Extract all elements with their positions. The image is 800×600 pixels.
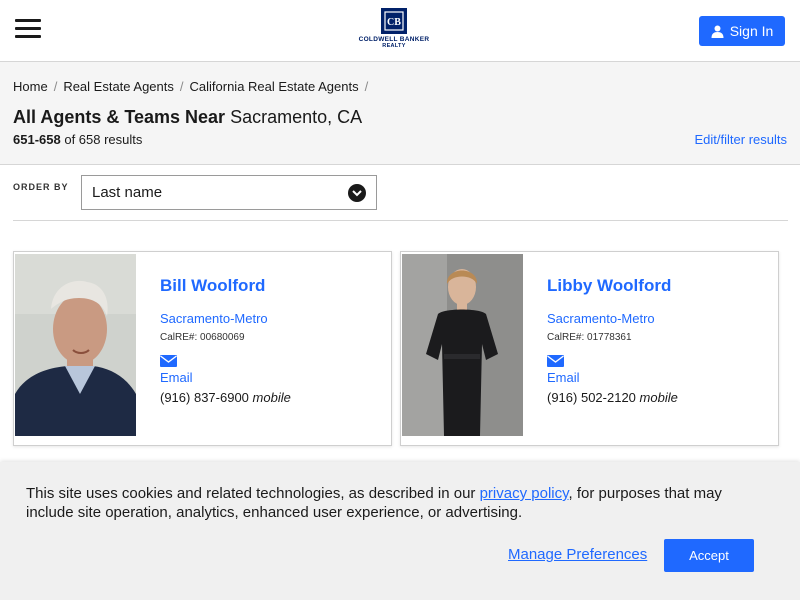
envelope-icon[interactable] xyxy=(547,355,564,367)
site-header: CB COLDWELL BANKER REALTY Sign In xyxy=(0,0,800,62)
agent-license: CalRE#: 00680069 xyxy=(160,332,245,343)
agent-email-link[interactable]: Email xyxy=(160,370,291,385)
page-title-main: All Agents & Teams Near xyxy=(13,107,226,127)
logo-subtext: REALTY xyxy=(382,43,406,49)
cookie-banner: This site uses cookies and related techn… xyxy=(0,462,800,600)
breadcrumb-real-estate-agents[interactable]: Real Estate Agents xyxy=(63,79,174,94)
breadcrumb-california-agents[interactable]: California Real Estate Agents xyxy=(190,79,359,94)
edit-filter-link[interactable]: Edit/filter results xyxy=(695,132,787,147)
agent-info: Bill Woolford Sacramento-Metro CalRE#: 0… xyxy=(160,276,291,405)
accept-cookies-button[interactable]: Accept xyxy=(664,539,754,572)
envelope-icon[interactable] xyxy=(160,355,177,367)
breadcrumb-home[interactable]: Home xyxy=(13,79,48,94)
breadcrumb: Home / Real Estate Agents / California Real … xyxy=(13,79,369,94)
agent-phone[interactable]: (916) 837-6900 mobile xyxy=(160,390,291,405)
user-icon xyxy=(711,25,724,38)
agent-phone-number: (916) 837-6900 xyxy=(160,390,249,405)
agent-name-link[interactable]: Libby Woolford xyxy=(547,276,678,296)
agent-phone-type: mobile xyxy=(639,390,678,405)
sign-in-label: Sign In xyxy=(729,23,774,39)
agent-card[interactable]: Bill Woolford Sacramento-Metro CalRE#: 0… xyxy=(13,251,392,446)
agent-phone-number: (916) 502-2120 xyxy=(547,390,636,405)
svg-text:CB: CB xyxy=(387,17,401,28)
menu-icon[interactable] xyxy=(15,19,41,39)
cookie-text-before: This site uses cookies and related techn… xyxy=(26,485,480,502)
results-header: Home / Real Estate Agents / California Real … xyxy=(0,62,800,165)
sign-in-button[interactable]: Sign In xyxy=(699,16,785,46)
order-by-select[interactable]: Last name xyxy=(81,175,377,210)
coldwell-banker-logo[interactable]: CB COLDWELL BANKER REALTY xyxy=(354,8,434,54)
manage-preferences-link[interactable]: Manage Preferences xyxy=(508,546,647,563)
agent-office-link[interactable]: Sacramento-Metro xyxy=(160,311,291,326)
results-total: of 658 results xyxy=(64,132,143,147)
agent-name-link[interactable]: Bill Woolford xyxy=(160,276,291,296)
agent-card[interactable]: Libby Woolford Sacramento-Metro CalRE#: … xyxy=(400,251,779,446)
agent-info: Libby Woolford Sacramento-Metro CalRE#: … xyxy=(547,276,678,405)
agent-license: CalRE#: 01778361 xyxy=(547,332,632,343)
order-by-label: ORDER BY xyxy=(13,182,69,192)
agent-office-link[interactable]: Sacramento-Metro xyxy=(547,311,678,326)
results-count: 651-658 of 658 results xyxy=(13,132,142,147)
agent-phone-type: mobile xyxy=(252,390,291,405)
agent-photo[interactable] xyxy=(15,254,136,436)
order-by-row: ORDER BY Last name xyxy=(13,165,788,221)
agent-email-link[interactable]: Email xyxy=(547,370,678,385)
page-title: All Agents & Teams Near Sacramento, CA xyxy=(13,107,362,128)
page-title-location: Sacramento, CA xyxy=(230,107,363,127)
chevron-down-icon xyxy=(348,184,366,202)
agent-photo[interactable] xyxy=(402,254,523,436)
logo-mark-icon: CB xyxy=(381,8,407,34)
results-range: 651-658 xyxy=(13,132,61,147)
cookie-message: This site uses cookies and related techn… xyxy=(26,484,756,522)
privacy-policy-link[interactable]: privacy policy xyxy=(480,485,569,502)
agent-phone[interactable]: (916) 502-2120 mobile xyxy=(547,390,678,405)
logo-text: COLDWELL BANKER xyxy=(358,36,430,43)
order-by-value: Last name xyxy=(92,184,163,201)
